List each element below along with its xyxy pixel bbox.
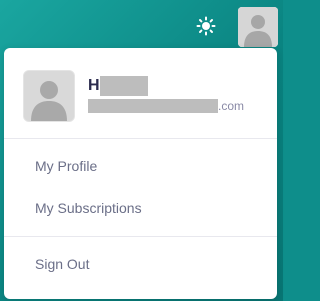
user-avatar-icon [238, 7, 278, 47]
user-avatar-icon [24, 71, 74, 121]
user-menu-dropdown: H .com My Profile My Subscriptions Sign … [4, 48, 277, 299]
user-email: .com [88, 99, 244, 113]
redacted-email [88, 99, 218, 113]
user-avatar [23, 70, 75, 122]
sign-out-button[interactable]: Sign Out [35, 254, 89, 274]
user-avatar-button[interactable] [238, 7, 278, 47]
menu-item-my-subscriptions[interactable]: My Subscriptions [35, 198, 142, 218]
user-email-text: .com [218, 99, 245, 113]
user-name: H [88, 76, 148, 96]
menu-divider [4, 138, 277, 139]
menu-divider [4, 236, 277, 237]
theme-toggle-button[interactable] [194, 14, 218, 38]
user-name-text: H [88, 77, 100, 94]
menu-item-my-profile[interactable]: My Profile [35, 156, 97, 176]
sun-icon [196, 16, 216, 36]
redacted-name [99, 76, 148, 96]
